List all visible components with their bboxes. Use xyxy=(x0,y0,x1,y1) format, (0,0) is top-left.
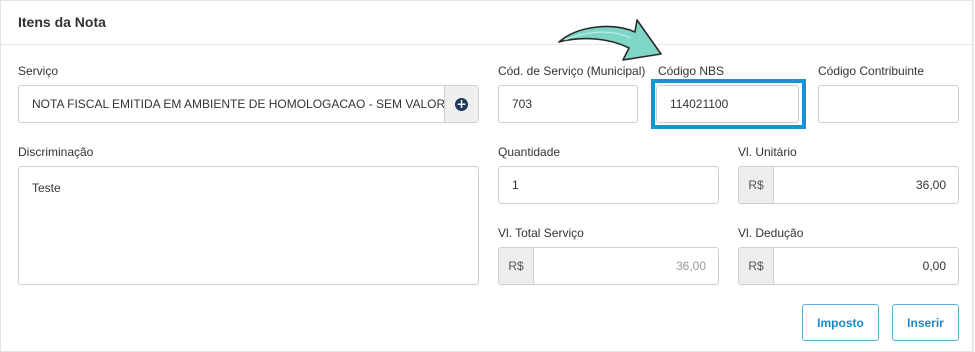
vl-unitario-group: R$ 36,00 xyxy=(738,166,959,204)
vl-deducao-currency: R$ xyxy=(739,248,774,284)
quantidade-input[interactable]: 1 xyxy=(498,166,719,204)
vl-total-value: 36,00 xyxy=(675,259,706,273)
itens-da-nota-card: Itens da Nota Serviço NOTA FISCAL EMITID… xyxy=(0,0,973,352)
inserir-button[interactable]: Inserir xyxy=(892,304,959,341)
vl-unitario-value: 36,00 xyxy=(915,178,946,192)
discriminacao-label: Discriminação xyxy=(18,145,94,159)
vl-total-group: R$ 36,00 xyxy=(498,247,719,285)
vl-deducao-group: R$ 0,00 xyxy=(738,247,959,285)
cod-servico-input[interactable]: 703 xyxy=(498,85,638,123)
servico-value: NOTA FISCAL EMITIDA EM AMBIENTE DE HOMOL… xyxy=(32,97,468,111)
servico-label: Serviço xyxy=(18,64,59,78)
quantidade-label: Quantidade xyxy=(498,145,561,159)
codigo-contribuinte-input[interactable] xyxy=(818,85,959,123)
vl-total-input: 36,00 xyxy=(534,248,718,284)
servico-input[interactable]: NOTA FISCAL EMITIDA EM AMBIENTE DE HOMOL… xyxy=(18,85,479,123)
vl-total-label: Vl. Total Serviço xyxy=(498,226,584,240)
add-servico-button[interactable]: + xyxy=(444,86,478,122)
codigo-nbs-label: Código NBS xyxy=(658,64,725,78)
discriminacao-textarea[interactable]: Teste xyxy=(18,166,479,285)
section-title: Itens da Nota xyxy=(18,14,106,30)
vl-deducao-label: Vl. Dedução xyxy=(738,226,804,240)
vl-unitario-input[interactable]: 36,00 xyxy=(774,167,958,203)
annotation-arrow-icon xyxy=(558,19,662,61)
plus-circle-icon: + xyxy=(455,96,468,111)
vl-total-currency: R$ xyxy=(499,248,534,284)
imposto-button[interactable]: Imposto xyxy=(802,304,879,341)
vl-deducao-input[interactable]: 0,00 xyxy=(774,248,958,284)
quantidade-value: 1 xyxy=(512,178,519,192)
card-header: Itens da Nota xyxy=(1,1,972,45)
vl-unitario-currency: R$ xyxy=(739,167,774,203)
cod-servico-value: 703 xyxy=(512,97,533,111)
codigo-contribuinte-label: Código Contribuinte xyxy=(818,64,925,78)
vl-unitario-label: Vl. Unitário xyxy=(738,145,797,159)
highlight-box xyxy=(651,79,806,129)
vl-deducao-value: 0,00 xyxy=(922,259,946,273)
discriminacao-value: Teste xyxy=(32,181,61,195)
